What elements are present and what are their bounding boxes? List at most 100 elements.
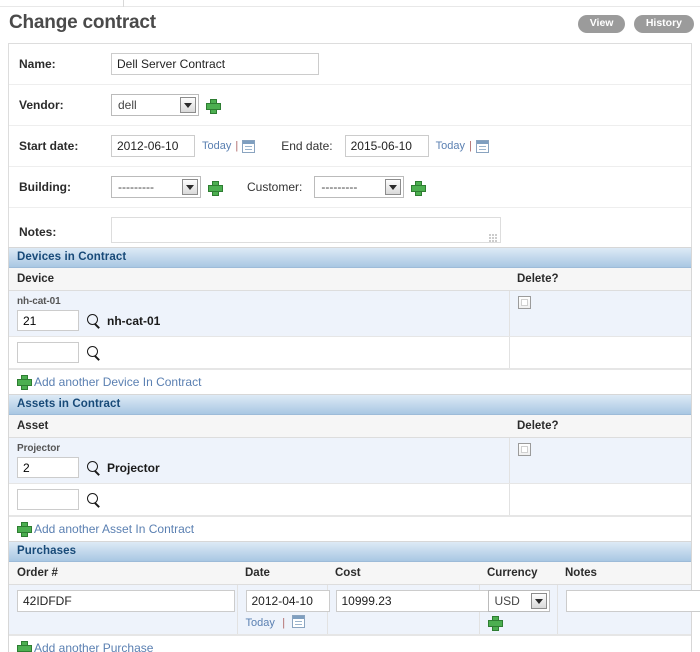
purchase-date-input[interactable] [245, 590, 330, 612]
currency-select[interactable]: USD [487, 590, 550, 612]
assets-section-title: Assets in Contract [9, 395, 691, 415]
add-vendor-icon[interactable] [206, 98, 221, 114]
contract-form-module: Name: Vendor: dell Start date: Today | E… [8, 43, 692, 256]
search-icon[interactable] [87, 492, 101, 507]
purchase-notes-input[interactable] [565, 590, 700, 612]
purchase-cost-cell [326, 584, 546, 635]
column-header-cost: Cost [327, 562, 479, 585]
add-building-icon[interactable] [208, 180, 223, 196]
device-cell-empty [9, 336, 509, 369]
column-header-delete: Delete? [509, 415, 691, 438]
order-number-input[interactable] [17, 590, 235, 612]
device-caption: nh-cat-01 [17, 296, 61, 307]
calendar-icon[interactable] [475, 139, 489, 153]
start-date-today-link[interactable]: Today [202, 140, 231, 152]
change-contract-page: Change contract View History Name: Vendo… [0, 0, 700, 652]
customer-select-value: --------- [321, 180, 358, 194]
column-header-delete: Delete? [509, 268, 691, 291]
add-icon[interactable] [17, 375, 32, 390]
field-row-name: Name: [9, 44, 691, 85]
name-label: Name: [19, 57, 56, 71]
delete-checkbox[interactable] [517, 296, 531, 309]
asset-delete-cell [508, 437, 691, 484]
end-date-today-link[interactable]: Today [436, 140, 465, 152]
page-header: Change contract View History [0, 12, 700, 40]
search-icon[interactable] [87, 313, 101, 328]
chevron-down-icon [385, 179, 402, 195]
delete-checkbox[interactable] [517, 443, 531, 456]
top-divider [0, 6, 700, 7]
chevron-down-icon [180, 97, 196, 113]
add-customer-icon[interactable] [411, 180, 427, 196]
asset-id-input[interactable] [17, 489, 79, 510]
asset-display-name: Projector [107, 460, 160, 475]
add-another-device-link[interactable]: Add another Device In Contract [34, 375, 201, 389]
assets-table: Asset Delete? Projector Projector [9, 415, 691, 516]
end-date-label: End date: [281, 139, 333, 153]
building-select[interactable]: --------- [111, 176, 201, 198]
name-input[interactable] [111, 53, 319, 75]
device-id-input[interactable] [17, 310, 79, 331]
start-date-label: Start date: [19, 139, 79, 153]
building-label: Building: [19, 180, 71, 194]
history-button[interactable]: History [633, 15, 694, 33]
asset-id-input[interactable] [17, 457, 79, 478]
notes-textarea-wrap [111, 217, 501, 246]
field-row-dates: Start date: Today | End date: Today | [9, 126, 691, 167]
chevron-down-icon [530, 593, 547, 609]
column-header-order: Order # [9, 562, 237, 585]
object-tools: View History [573, 15, 694, 33]
purchase-notes-cell [556, 584, 700, 635]
device-delete-cell-empty [508, 336, 691, 369]
notes-textarea[interactable] [111, 217, 501, 243]
calendar-icon[interactable] [242, 139, 256, 153]
table-header-row: Asset Delete? [9, 415, 691, 438]
table-row [9, 483, 691, 516]
customer-select[interactable]: --------- [314, 176, 405, 198]
start-date-separator: | [235, 140, 239, 152]
column-header-notes: Notes [557, 562, 691, 585]
add-currency-icon[interactable] [487, 616, 503, 631]
device-id-input[interactable] [17, 342, 79, 363]
add-another-purchase-link[interactable]: Add another Purchase [34, 641, 153, 652]
start-date-input[interactable] [111, 135, 195, 157]
asset-delete-cell-empty [508, 483, 691, 516]
add-icon[interactable] [17, 522, 32, 537]
asset-raw-id-line [17, 489, 501, 510]
column-header-device: Device [9, 268, 509, 291]
device-cell: nh-cat-01 nh-cat-01 [9, 290, 509, 337]
search-icon[interactable] [87, 345, 101, 360]
calendar-icon[interactable] [292, 615, 306, 628]
end-date-input[interactable] [344, 135, 429, 157]
add-another-asset-link[interactable]: Add another Asset In Contract [34, 522, 194, 536]
add-device-row: Add another Device In Contract [9, 369, 691, 395]
asset-raw-id-line: Projector [17, 457, 501, 478]
purchase-date-today-link[interactable]: Today [246, 617, 275, 629]
device-raw-id-line [17, 342, 501, 363]
devices-in-contract-group: Devices in Contract Device Delete? nh-ca… [8, 247, 692, 396]
purchases-section-title: Purchases [9, 542, 691, 562]
search-icon[interactable] [87, 460, 101, 475]
asset-caption: Projector [17, 443, 61, 454]
table-row: Projector Projector [9, 437, 691, 484]
purchase-date-separator: | [282, 617, 286, 629]
table-header-row: Device Delete? [9, 268, 691, 291]
column-header-currency: Currency [479, 562, 557, 585]
add-icon[interactable] [17, 641, 32, 652]
column-header-date: Date [237, 562, 327, 585]
vendor-select[interactable]: dell [111, 94, 199, 116]
customer-label: Customer: [247, 180, 303, 194]
devices-table: Device Delete? nh-cat-01 nh-cat-01 [9, 268, 691, 369]
devices-section-title: Devices in Contract [9, 248, 691, 268]
page-title: Change contract [9, 12, 156, 33]
view-button[interactable]: View [577, 15, 626, 33]
purchase-date-cell: Today | [236, 584, 330, 635]
assets-in-contract-group: Assets in Contract Asset Delete? Project… [8, 394, 692, 543]
asset-cell: Projector Projector [9, 437, 509, 484]
table-row [9, 336, 691, 369]
end-date-separator: | [468, 140, 472, 152]
purchases-group: Purchases Order # Date Cost Currency Not… [8, 541, 700, 652]
add-purchase-row: Add another Purchase [9, 635, 691, 652]
vendor-label: Vendor: [19, 98, 64, 112]
table-row: Today | USD [9, 584, 700, 635]
